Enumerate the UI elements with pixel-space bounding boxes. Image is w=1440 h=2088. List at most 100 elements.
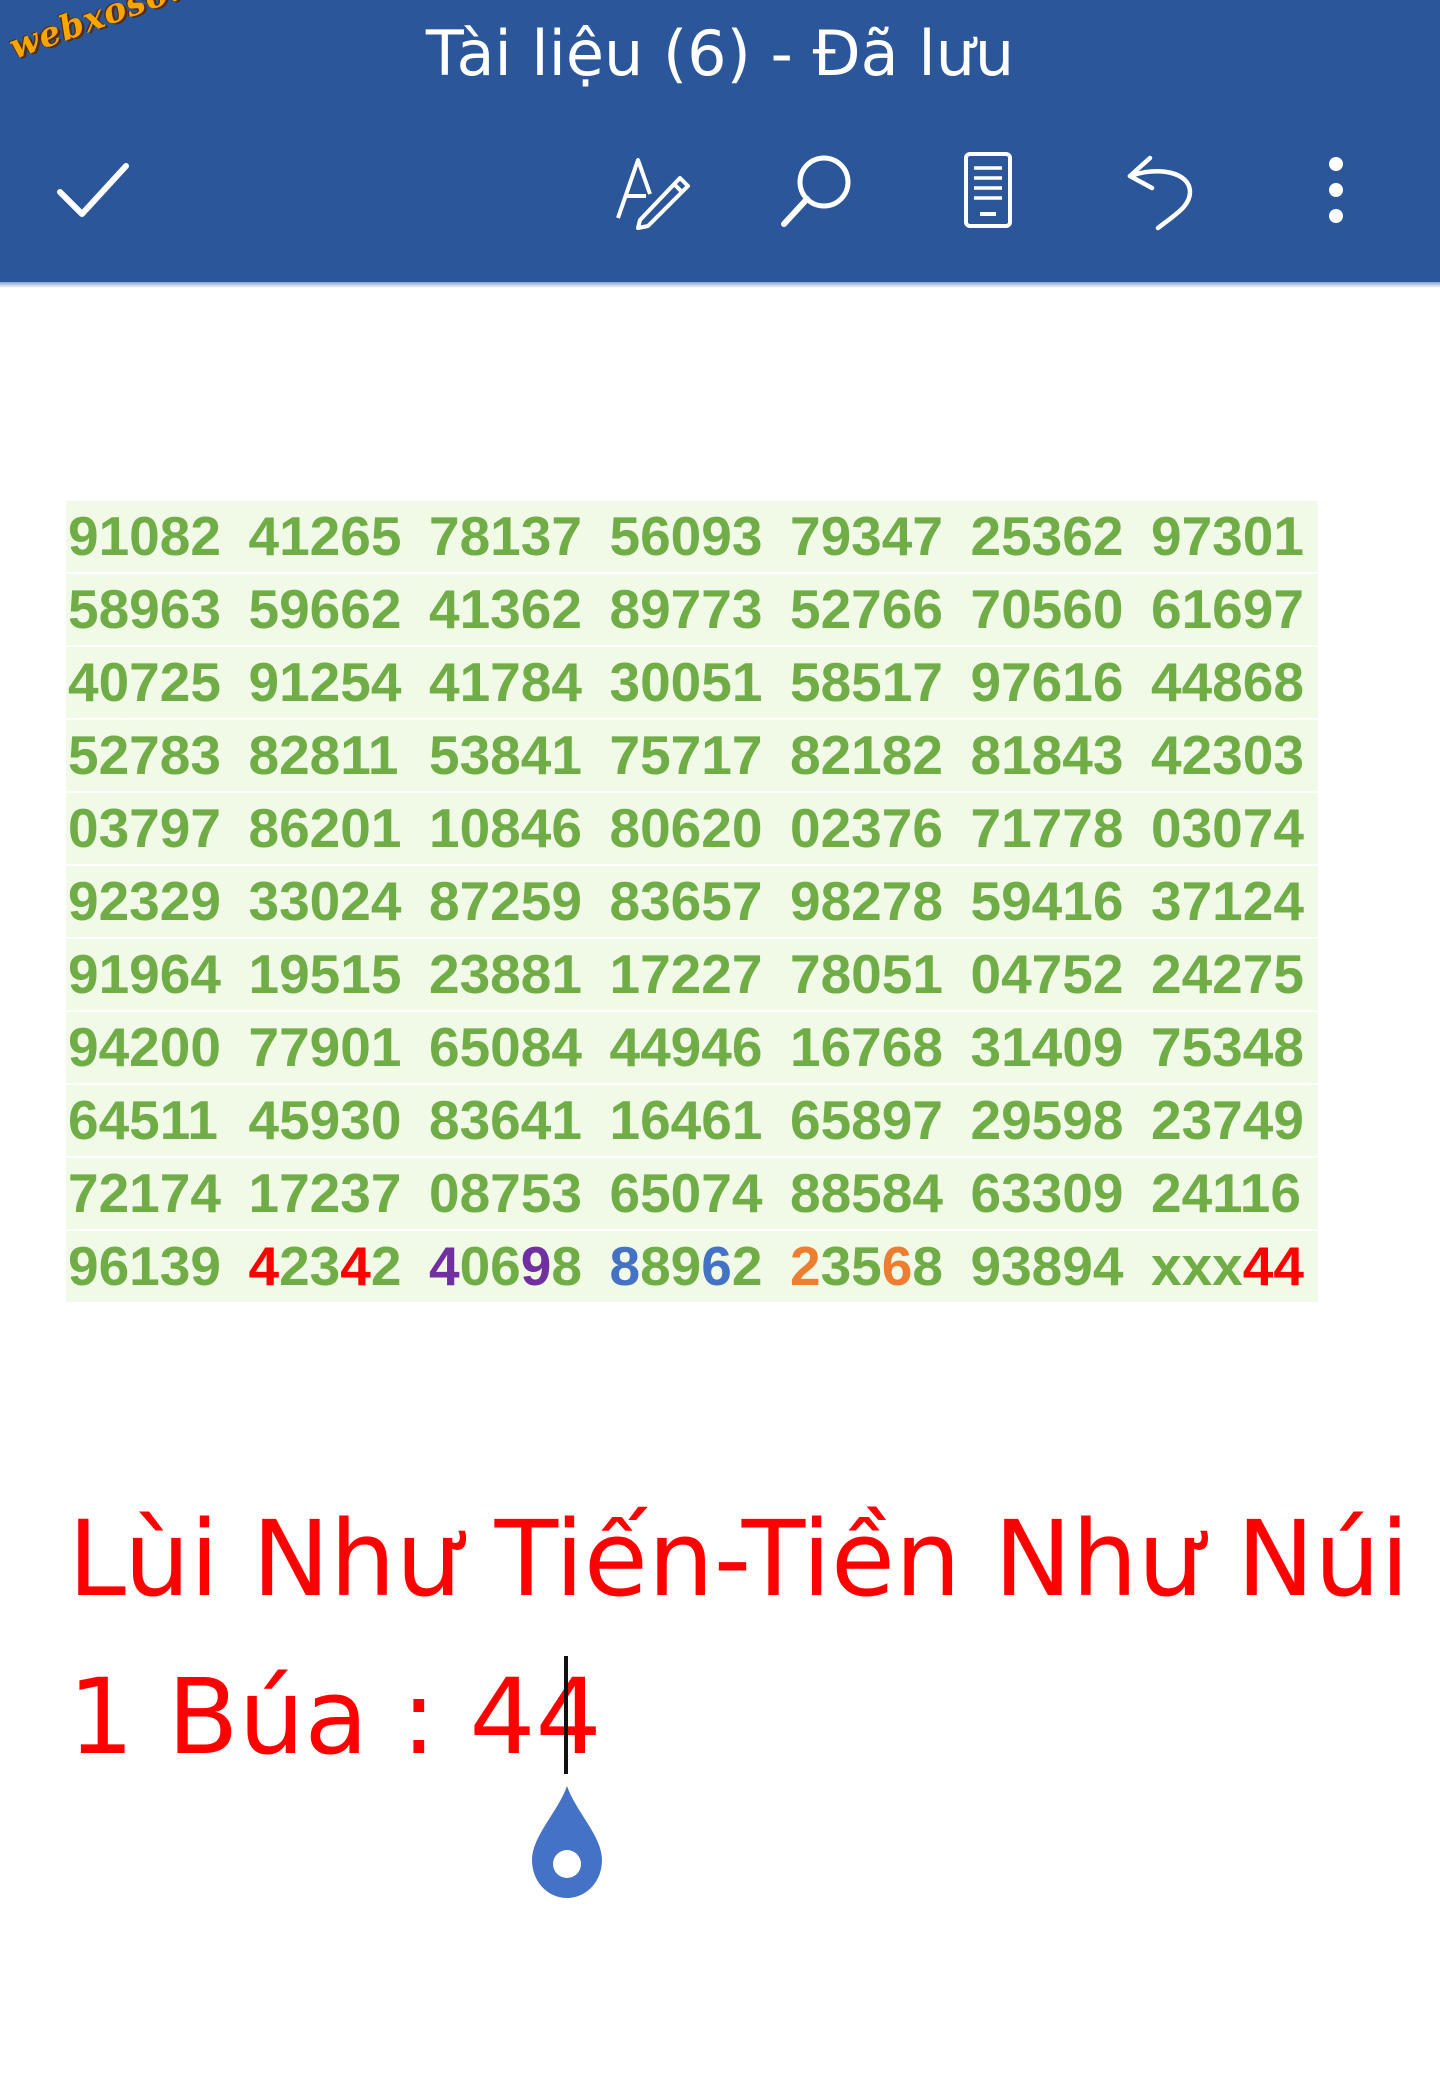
grid-number: 42303 xyxy=(1151,724,1304,786)
grid-number: 82182 xyxy=(790,724,943,786)
grid-number: 79347 xyxy=(790,505,943,567)
grid-number: 87259 xyxy=(429,870,582,932)
grid-number: 65074 xyxy=(609,1162,763,1224)
grid-row: 03797 86201 10846 80620 02376 71778 03074 xyxy=(66,792,1318,865)
grid-number: 41362 xyxy=(429,578,582,640)
highlighted-digit: 4 xyxy=(248,1235,280,1297)
grid-number: 53841 xyxy=(429,724,582,786)
digit-group: 8 xyxy=(912,1235,943,1297)
grid-row: 91964 19515 23881 17227 78051 04752 24275 xyxy=(66,938,1318,1011)
grid-number: 31409 xyxy=(970,1016,1124,1078)
grid-number: 91964 xyxy=(68,943,221,1005)
undo-button[interactable] xyxy=(1112,142,1208,238)
grid-row-highlighted: 96139 42342 40698 88962 23568 93894 xxx44 xyxy=(66,1230,1318,1303)
document-title: Tài liệu (6) - Đã lưu xyxy=(425,17,1015,90)
grid-number: 59416 xyxy=(970,870,1124,932)
grid-number: 78051 xyxy=(790,943,943,1005)
draw-button[interactable] xyxy=(604,142,700,238)
grid-number: 78137 xyxy=(429,505,582,567)
grid-number: 45930 xyxy=(248,1089,402,1151)
digit-group: 23 xyxy=(279,1235,341,1297)
grid-number: 92329 xyxy=(68,870,221,932)
grid-number: 97616 xyxy=(970,651,1124,713)
grid-number: 30051 xyxy=(609,651,763,713)
grid-row: 52783 82811 53841 75717 82182 81843 42303 xyxy=(66,719,1318,792)
row-highlight: 91082 41265 78137 56093 79347 25362 97301 xyxy=(66,501,1318,572)
highlighted-digit: 44 xyxy=(1242,1235,1304,1297)
grid-number: 75348 xyxy=(1151,1016,1304,1078)
grid-number: 94200 xyxy=(68,1016,221,1078)
grid-number: 16461 xyxy=(609,1089,763,1151)
digit-group: xxx xyxy=(1151,1235,1243,1297)
grid-number: 44946 xyxy=(609,1016,763,1078)
grid-number: 83641 xyxy=(429,1089,582,1151)
grid-row: 58963 59662 41362 89773 52766 70560 61697 xyxy=(66,573,1318,646)
digit-group: 89 xyxy=(640,1235,702,1297)
digit-group: 35 xyxy=(820,1235,882,1297)
highlighted-digit: 6 xyxy=(701,1235,732,1297)
header-shadow xyxy=(0,282,1440,288)
grid-row: 40725 91254 41784 30051 58517 97616 44868 xyxy=(66,646,1318,719)
grid-number: 72174 xyxy=(68,1162,221,1224)
more-options-button[interactable] xyxy=(1284,142,1380,238)
grid-number: 44868 xyxy=(1151,651,1304,713)
digit-group: 06 xyxy=(459,1235,521,1297)
grid-number: 02376 xyxy=(790,797,943,859)
grid-number: 03797 xyxy=(68,797,221,859)
grid-number: 93894 xyxy=(970,1235,1124,1297)
grid-number: 24116 xyxy=(1151,1162,1301,1224)
row-highlight: 91964 19515 23881 17227 78051 04752 24275 xyxy=(66,939,1318,1010)
grid-number: 91254 xyxy=(248,651,402,713)
grid-number-colored: 42342 xyxy=(249,1231,430,1302)
grid-row: 94200 77901 65084 44946 16768 31409 75348 xyxy=(66,1011,1318,1084)
prediction-text: 1 Búa : 44 xyxy=(68,1656,602,1778)
row-highlight: 72174 17237 08753 65074 88584 63309 24116 xyxy=(66,1158,1318,1229)
grid-number-colored: xxx44 xyxy=(1151,1231,1332,1302)
done-button[interactable] xyxy=(44,142,140,238)
highlighted-digit: 2 xyxy=(790,1235,821,1297)
grid-number: 25362 xyxy=(970,505,1124,567)
row-highlight: 96139 42342 40698 88962 23568 93894 xxx44 xyxy=(66,1231,1318,1302)
grid-row: 92329 33024 87259 83657 98278 59416 37124 xyxy=(66,865,1318,938)
grid-number: 86201 xyxy=(248,797,402,859)
grid-number: 61697 xyxy=(1151,578,1304,640)
grid-number: 29598 xyxy=(970,1089,1124,1151)
search-button[interactable] xyxy=(768,142,864,238)
check-icon xyxy=(57,163,129,217)
grid-number: 64511 xyxy=(68,1089,218,1151)
cursor-handle-icon[interactable] xyxy=(528,1782,606,1902)
row-highlight: 03797 86201 10846 80620 02376 71778 03074 xyxy=(66,793,1318,864)
grid-number: 19515 xyxy=(248,943,402,1005)
grid-number: 82811 xyxy=(248,724,399,786)
grid-number: 70560 xyxy=(970,578,1124,640)
grid-number: 83657 xyxy=(609,870,763,932)
text-cursor xyxy=(564,1656,568,1774)
reading-view-button[interactable] xyxy=(940,142,1036,238)
grid-number: 33024 xyxy=(248,870,402,932)
undo-icon xyxy=(1127,155,1193,231)
grid-number: 80620 xyxy=(609,797,763,859)
grid-number-colored: 88962 xyxy=(610,1231,791,1302)
grid-number: 08753 xyxy=(429,1162,582,1224)
number-grid: 91082 41265 78137 56093 79347 25362 97301 58963… xyxy=(66,500,1318,1303)
grid-number: 63309 xyxy=(970,1162,1124,1224)
more-vertical-icon xyxy=(1329,157,1343,223)
grid-number: 88584 xyxy=(790,1162,943,1224)
grid-number: 03074 xyxy=(1151,797,1304,859)
grid-number: 16768 xyxy=(790,1016,943,1078)
grid-number: 04752 xyxy=(970,943,1124,1005)
grid-number: 40725 xyxy=(68,651,221,713)
grid-number: 96139 xyxy=(68,1235,221,1297)
grid-number: 58517 xyxy=(790,651,943,713)
grid-number: 77901 xyxy=(248,1016,402,1078)
row-highlight: 94200 77901 65084 44946 16768 31409 75348 xyxy=(66,1012,1318,1083)
grid-number-colored: 40698 xyxy=(429,1231,610,1302)
search-icon xyxy=(781,155,851,227)
row-highlight: 52783 82811 53841 75717 82182 81843 42303 xyxy=(66,720,1318,791)
grid-number: 10846 xyxy=(429,797,582,859)
highlighted-digit: 4 xyxy=(340,1235,371,1297)
grid-number: 81843 xyxy=(970,724,1124,786)
grid-number: 52783 xyxy=(68,724,221,786)
row-highlight: 64511 45930 83641 16461 65897 29598 23749 xyxy=(66,1085,1318,1156)
grid-number: 52766 xyxy=(790,578,943,640)
